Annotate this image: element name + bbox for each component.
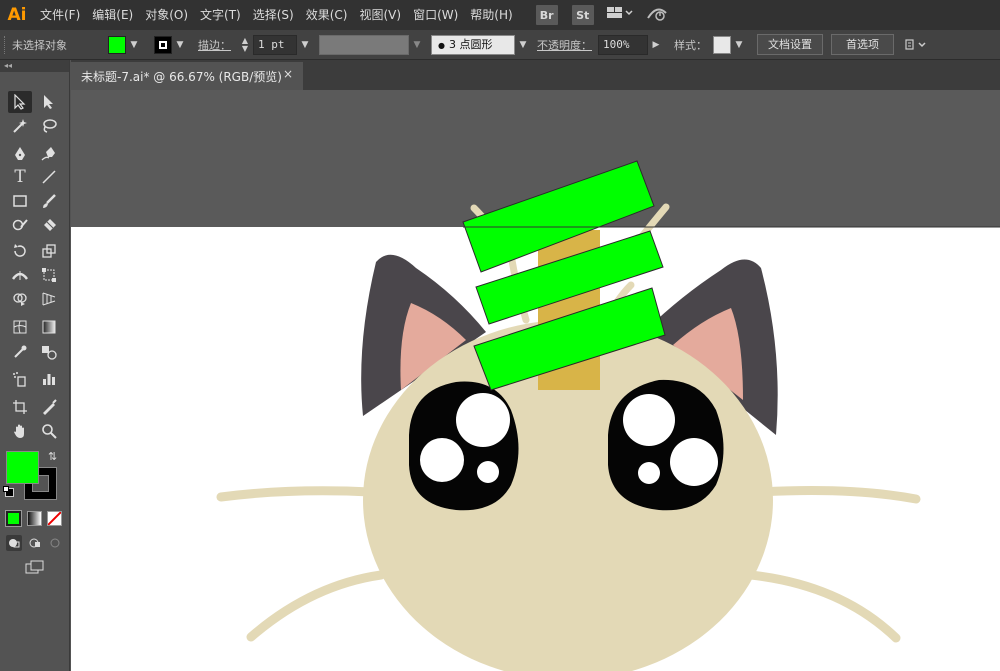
selection-tool-icon[interactable] xyxy=(8,91,32,113)
menu-select[interactable]: 选择(S) xyxy=(247,0,300,30)
menu-view[interactable]: 视图(V) xyxy=(353,0,407,30)
variable-width-profile[interactable] xyxy=(319,34,409,55)
stroke-weight-chevron-icon[interactable]: ▼ xyxy=(297,35,313,55)
perspective-grid-tool-icon[interactable] xyxy=(37,288,61,310)
control-bar: 未选择对象 ▼ ▼ 描边： ▲ ▼ 1 pt ▼ ▼ ● 3 点圆形 ▼ 不透明度：… xyxy=(0,30,1000,60)
fill-swatch[interactable] xyxy=(108,35,126,54)
gradient-mode-button[interactable] xyxy=(27,511,42,526)
color-mode-button[interactable] xyxy=(5,510,22,527)
rectangle-tool-icon[interactable] xyxy=(8,190,32,212)
stroke-dropdown-chevron-icon[interactable]: ▼ xyxy=(172,35,188,55)
eraser-tool-icon[interactable] xyxy=(37,214,61,236)
rotate-tool-icon[interactable] xyxy=(8,240,32,262)
menu-edit[interactable]: 编辑(E) xyxy=(86,0,139,30)
stroke-label[interactable]: 描边： xyxy=(198,37,231,53)
menu-help[interactable]: 帮助(H) xyxy=(464,0,518,30)
whisker-left-lower[interactable] xyxy=(246,570,386,642)
magic-wand-tool-icon[interactable] xyxy=(8,115,32,137)
profile-chevron-icon[interactable]: ▼ xyxy=(409,35,425,55)
draw-behind-icon[interactable] xyxy=(27,535,43,551)
document-setup-button[interactable]: 文档设置 xyxy=(757,34,823,55)
bridge-button[interactable]: Br xyxy=(535,5,558,25)
hand-tool-icon[interactable] xyxy=(8,420,32,442)
whisker-right-lower[interactable] xyxy=(746,570,901,643)
app-logo: Ai xyxy=(7,5,27,25)
stroke-swatch[interactable] xyxy=(154,35,172,54)
eye-right-highlight-small xyxy=(638,462,660,484)
direct-selection-tool-icon[interactable] xyxy=(37,91,61,113)
style-label: 样式： xyxy=(674,38,707,52)
brush-chevron-icon[interactable]: ▼ xyxy=(515,35,531,55)
menu-file[interactable]: 文件(F) xyxy=(34,0,86,30)
gpu-performance-icon[interactable] xyxy=(645,4,669,26)
line-segment-tool-icon[interactable] xyxy=(37,166,61,188)
eye-right-highlight-medium xyxy=(670,438,718,486)
document-tab-bar: 未标题-7.ai* @ 66.67% (RGB/预览) × xyxy=(71,60,1000,90)
type-tool-icon[interactable]: T xyxy=(8,166,32,188)
width-tool-icon[interactable] xyxy=(8,264,32,286)
stroke-stepper-icon[interactable]: ▲ ▼ xyxy=(237,35,253,55)
whisker-left-upper[interactable] xyxy=(216,486,376,502)
eye-right-highlight-large xyxy=(623,394,675,446)
draw-inside-icon[interactable] xyxy=(47,535,63,551)
opacity-chevron-icon[interactable]: ▶ xyxy=(648,35,664,55)
brush-dot-icon: ● xyxy=(438,40,445,50)
draw-normal-icon[interactable] xyxy=(6,535,22,551)
default-colors-icon[interactable] xyxy=(3,486,14,497)
tools-panel: ◂◂ T ⇅ xyxy=(0,60,70,671)
pen-tool-icon[interactable] xyxy=(8,143,32,165)
menu-bar: Ai 文件(F) 编辑(E) 对象(O) 文字(T) 选择(S) 效果(C) 视… xyxy=(0,0,1000,30)
none-mode-button[interactable] xyxy=(47,511,62,526)
change-screen-mode-icon[interactable] xyxy=(24,559,46,575)
mesh-tool-icon[interactable] xyxy=(8,316,32,338)
swap-fill-stroke-icon[interactable]: ⇅ xyxy=(48,450,57,463)
panel-menu-icon[interactable] xyxy=(904,35,930,55)
scale-tool-icon[interactable] xyxy=(37,240,61,262)
blend-tool-icon[interactable] xyxy=(37,341,61,363)
artwork[interactable] xyxy=(71,90,1000,671)
lasso-tool-icon[interactable] xyxy=(37,115,61,137)
paintbrush-tool-icon[interactable] xyxy=(37,190,61,212)
menu-type[interactable]: 文字(T) xyxy=(194,0,247,30)
stroke-weight-input[interactable]: 1 pt xyxy=(253,34,297,55)
toolbox-fill-swatch[interactable] xyxy=(6,451,39,484)
opacity-label[interactable]: 不透明度： xyxy=(537,37,592,53)
brush-value: 3 点圆形 xyxy=(448,37,493,51)
menu-window[interactable]: 窗口(W) xyxy=(407,0,464,30)
eye-left-highlight-large xyxy=(456,393,510,447)
close-tab-icon[interactable]: × xyxy=(283,67,293,81)
document-tab[interactable]: 未标题-7.ai* @ 66.67% (RGB/预览) × xyxy=(71,62,303,90)
fill-dropdown-chevron-icon[interactable]: ▼ xyxy=(126,35,142,55)
tools-panel-collapse-icon[interactable]: ◂◂ xyxy=(0,60,69,72)
shape-builder-tool-icon[interactable] xyxy=(8,288,32,310)
style-chevron-icon[interactable]: ▼ xyxy=(731,35,747,55)
selection-status: 未选择对象 xyxy=(12,38,67,52)
eye-left-highlight-medium xyxy=(420,438,464,482)
menu-object[interactable]: 对象(O) xyxy=(139,0,194,30)
stroke-swatch-inner xyxy=(159,40,167,49)
shaper-tool-icon[interactable] xyxy=(8,214,32,236)
arrange-documents-icon[interactable] xyxy=(606,6,633,24)
whisker-right-upper[interactable] xyxy=(756,486,921,504)
symbol-sprayer-tool-icon[interactable] xyxy=(8,368,32,390)
brush-definition[interactable]: ● 3 点圆形 xyxy=(431,34,515,55)
menu-effect[interactable]: 效果(C) xyxy=(300,0,354,30)
slice-tool-icon[interactable] xyxy=(37,396,61,418)
free-transform-tool-icon[interactable] xyxy=(37,264,61,286)
control-bar-grip[interactable] xyxy=(4,35,8,54)
gradient-tool-icon[interactable] xyxy=(37,316,61,338)
graphic-style-swatch[interactable] xyxy=(713,35,731,54)
eyedropper-tool-icon[interactable] xyxy=(8,341,32,363)
curvature-tool-icon[interactable] xyxy=(37,143,61,165)
preferences-button[interactable]: 首选项 xyxy=(831,34,894,55)
stock-button[interactable]: St xyxy=(571,5,594,25)
canvas-area[interactable] xyxy=(71,90,1000,671)
column-graph-tool-icon[interactable] xyxy=(37,368,61,390)
artboard-tool-icon[interactable] xyxy=(8,396,32,418)
opacity-input[interactable]: 100% xyxy=(598,34,648,55)
document-tab-title: 未标题-7.ai* @ 66.67% (RGB/预览) xyxy=(81,69,282,84)
zoom-tool-icon[interactable] xyxy=(37,420,61,442)
eye-left-highlight-small xyxy=(477,461,499,483)
